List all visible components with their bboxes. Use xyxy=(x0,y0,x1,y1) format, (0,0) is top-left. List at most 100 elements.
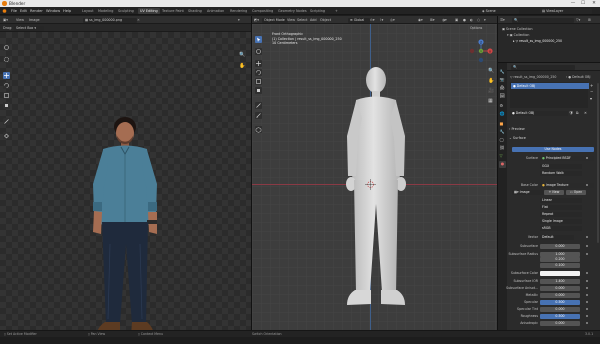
shading-solid-icon[interactable]: ● xyxy=(463,16,466,24)
menu-render[interactable]: Render xyxy=(30,7,43,15)
vector-input[interactable]: Default xyxy=(540,234,574,240)
tab-shading[interactable]: Shading xyxy=(186,8,204,14)
fake-user-icon[interactable]: 🛡 xyxy=(569,111,573,115)
outliner-search[interactable]: 🔍 xyxy=(512,17,574,23)
image-name-field[interactable]: ▦ ss_img_000000.png xyxy=(83,17,137,23)
menu-select[interactable]: Select xyxy=(297,16,307,24)
menu-add[interactable]: Add xyxy=(310,16,317,24)
menu-image[interactable]: Image xyxy=(29,16,40,24)
new-collection-icon[interactable]: ⊞ xyxy=(588,16,591,24)
scale-3d-tool-icon[interactable] xyxy=(255,78,262,85)
navigation-gizmo[interactable]: X Z Y xyxy=(468,38,494,64)
modifiers-tab-icon[interactable]: 🔧 xyxy=(500,129,505,134)
menu-view[interactable]: View xyxy=(16,16,24,24)
socket-icon[interactable] xyxy=(586,280,589,283)
proportional-edit-icon[interactable]: ◎▾ xyxy=(390,16,395,24)
properties-search[interactable]: 🔍 xyxy=(511,64,575,70)
constraints-tab-icon[interactable]: ⛓ xyxy=(500,145,505,150)
subsurface-field[interactable]: 0.000 xyxy=(540,243,580,249)
shading-rendered-icon[interactable]: ○ xyxy=(477,16,480,24)
subsurface-ior-field[interactable]: 1.400 xyxy=(540,278,580,284)
subsurface-anisotropy-field[interactable]: 0.000 xyxy=(540,285,580,291)
tab-uv-editing[interactable]: UV Editing xyxy=(138,8,160,14)
distribution-dropdown[interactable]: GGX xyxy=(540,164,582,169)
world-tab-icon[interactable]: 🌐 xyxy=(500,111,505,116)
view-layer-selector[interactable]: ▤ ViewLayer xyxy=(540,8,592,14)
tab-sculpting[interactable]: Sculpting xyxy=(116,8,136,14)
surface-section[interactable]: ⌄ Surface xyxy=(509,135,526,141)
subsurface-radius-z-field[interactable]: 0.100 xyxy=(540,262,580,268)
socket-icon[interactable] xyxy=(586,287,589,290)
editor-type-3d-icon[interactable]: ◩▾ xyxy=(254,16,259,24)
move-tool-icon[interactable] xyxy=(3,72,10,79)
measure-tool-icon[interactable] xyxy=(255,112,262,119)
image-canvas[interactable]: 🔍 ✋ xyxy=(0,32,251,337)
camera-view-icon[interactable]: 🎥 xyxy=(488,88,494,94)
options-dropdown[interactable]: Options xyxy=(470,24,482,32)
add-cube-tool-icon[interactable] xyxy=(255,126,262,133)
visibility-icon[interactable]: ◉▾ xyxy=(418,16,423,24)
perspective-toggle-icon[interactable]: ▦ xyxy=(488,98,493,104)
move-3d-tool-icon[interactable] xyxy=(255,60,262,67)
remove-slot-icon[interactable]: − xyxy=(590,89,593,94)
metallic-field[interactable]: 0.000 xyxy=(540,292,580,298)
annotate-3d-tool-icon[interactable] xyxy=(255,102,262,109)
outliner-type-icon[interactable]: ☰▾ xyxy=(500,16,505,24)
transform-tool-icon[interactable] xyxy=(3,102,10,109)
close-button[interactable]: ✕ xyxy=(589,0,599,7)
image-browse-field[interactable]: ▦▾ Image xyxy=(512,190,544,195)
cursor-tool-icon[interactable] xyxy=(3,44,10,51)
rotate-3d-tool-icon[interactable] xyxy=(255,69,262,76)
duplicate-material-icon[interactable]: ⧉ xyxy=(576,111,579,115)
socket-icon[interactable] xyxy=(586,253,589,256)
socket-icon[interactable] xyxy=(586,315,589,318)
menu-help[interactable]: Help xyxy=(63,7,71,15)
add-workspace-icon[interactable]: + xyxy=(333,8,340,14)
view-layer-tab-icon[interactable]: 🖼 xyxy=(500,93,505,98)
menu-window[interactable]: Window xyxy=(46,7,60,15)
properties-scrollbar[interactable] xyxy=(597,83,599,243)
data-tab-icon[interactable]: ▽ xyxy=(500,153,503,158)
roughness-field[interactable]: 0.500 xyxy=(540,313,580,319)
tab-texture-paint[interactable]: Texture Paint xyxy=(160,8,186,14)
source-dropdown[interactable]: Single Image xyxy=(540,219,582,224)
editor-type-icon[interactable]: ▣▾ xyxy=(3,16,8,24)
viewport-canvas[interactable]: Options Front Orthographic (1) Collectio… xyxy=(252,24,497,330)
unlink-material-icon[interactable]: ✕ xyxy=(584,111,587,115)
slot-specials-icon[interactable]: ▾ xyxy=(590,96,592,101)
socket-icon[interactable] xyxy=(586,308,589,311)
menu-view-3d[interactable]: View xyxy=(287,16,295,24)
pan-view-icon[interactable]: ✋ xyxy=(488,78,494,84)
socket-icon[interactable] xyxy=(586,294,589,297)
tab-animation[interactable]: Animation xyxy=(205,8,226,14)
use-nodes-button[interactable]: Use Nodes xyxy=(512,147,594,152)
select-tool-icon[interactable] xyxy=(255,36,262,43)
subsurface-radius-y-field[interactable]: 0.200 xyxy=(540,257,580,262)
extension-dropdown[interactable]: Repeat xyxy=(540,212,582,217)
preview-section[interactable]: › Preview xyxy=(509,126,525,132)
pan-hand-icon[interactable]: ✋ xyxy=(239,63,246,70)
zoom-icon[interactable]: 🔍 xyxy=(239,52,246,59)
projection-dropdown[interactable]: Flat xyxy=(540,205,582,210)
tab-compositing[interactable]: Compositing xyxy=(250,8,275,14)
pivot-icon[interactable]: ⊙▾ xyxy=(370,16,375,24)
render-tab-icon[interactable]: 📷 xyxy=(500,77,505,82)
tab-rendering[interactable]: Rendering xyxy=(228,8,249,14)
subsurface-radius-x-field[interactable]: 1.000 xyxy=(540,251,580,257)
color-space-dropdown[interactable]: sRGB xyxy=(540,226,582,231)
gizmo-toggle-icon[interactable]: ⊞▾ xyxy=(430,16,435,24)
subsurface-method-dropdown[interactable]: Random Walk xyxy=(540,171,582,176)
select-circle-tool-icon[interactable] xyxy=(3,56,10,63)
cursor-3d-tool-icon[interactable] xyxy=(255,48,262,55)
xray-icon[interactable]: ▣ xyxy=(455,16,458,24)
scale-tool-icon[interactable] xyxy=(3,92,10,99)
view-options-icon[interactable]: ▾ xyxy=(238,16,240,24)
maximize-button[interactable]: ☐ xyxy=(578,0,588,7)
material-slot-item[interactable]: ● Default OBJ xyxy=(511,83,589,89)
socket-icon[interactable] xyxy=(586,322,589,325)
transform-3d-tool-icon[interactable] xyxy=(255,87,262,94)
material-tab-icon[interactable]: ● xyxy=(499,161,506,168)
add-slot-icon[interactable]: + xyxy=(590,83,593,88)
scene-tab-icon[interactable]: ⚙ xyxy=(500,103,504,108)
subsurface-color-swatch[interactable] xyxy=(540,270,580,276)
